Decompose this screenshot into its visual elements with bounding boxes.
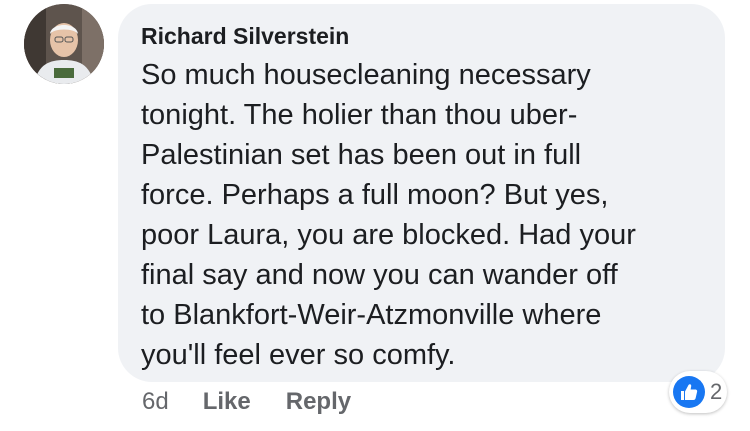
comment-text-line: final say and now you can wander off xyxy=(141,259,618,291)
comment-bubble: Richard Silverstein So much housecleanin… xyxy=(118,4,725,382)
comment-text-line: to Blankfort-Weir-Atzmonville where xyxy=(141,299,602,331)
comment-author[interactable]: Richard Silverstein xyxy=(141,22,703,50)
comment-text-line: poor Laura, you are blocked. Had your xyxy=(141,219,636,251)
comment-text-line: you'll feel ever so comfy. xyxy=(141,339,456,371)
avatar[interactable] xyxy=(24,4,104,84)
comment-text-line: Palestinian set has been out in full xyxy=(141,139,582,171)
reaction-summary[interactable]: 2 xyxy=(669,371,727,413)
comment-text: So much housecleaning necessary tonight.… xyxy=(141,55,703,375)
comment-timestamp[interactable]: 6d xyxy=(142,388,169,416)
comment-actions: 6d Like Reply xyxy=(142,388,386,416)
comment-text-line: force. Perhaps a full moon? But yes, xyxy=(141,179,609,211)
like-button[interactable]: Like xyxy=(203,388,251,416)
comment-text-line: tonight. The holier than thou uber- xyxy=(141,99,578,131)
reaction-count: 2 xyxy=(710,379,723,404)
thumbs-up-icon xyxy=(673,376,705,408)
comment-text-line: So much housecleaning necessary xyxy=(141,59,591,91)
reply-button[interactable]: Reply xyxy=(286,388,351,416)
